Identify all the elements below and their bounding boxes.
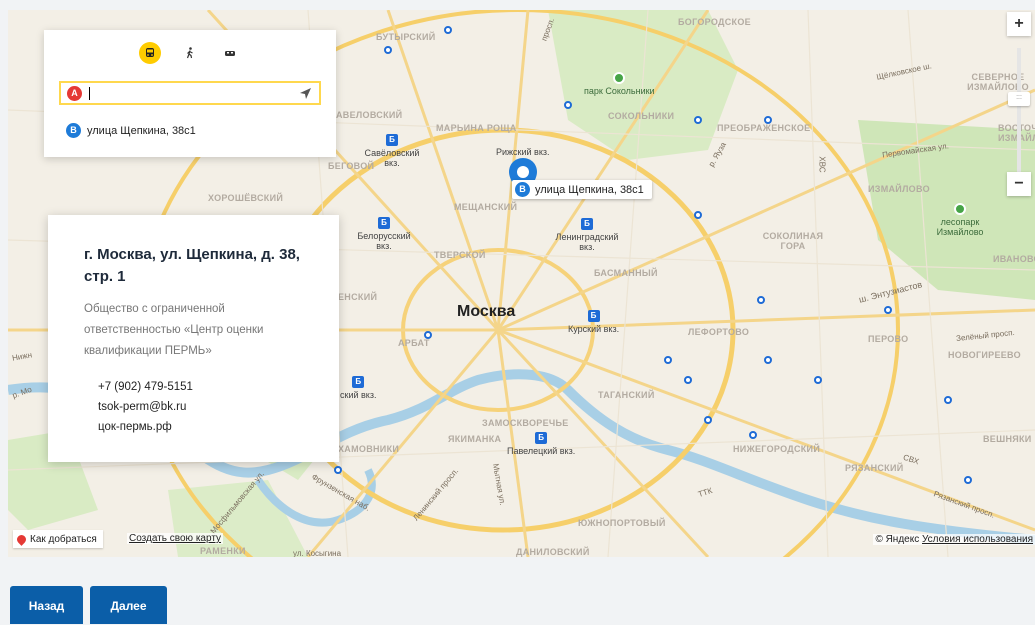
- district-label: ВЕШНЯКИ: [983, 434, 1032, 444]
- park-label: лесопарк Измайлово: [930, 203, 990, 237]
- district-label: БОГОРОДСКОЕ: [678, 17, 751, 27]
- station-label: Б Белорусский вкз.: [354, 217, 414, 251]
- train-icon: Б: [587, 310, 600, 322]
- district-label: БАСМАННЫЙ: [594, 268, 658, 278]
- navigation-arrow-icon[interactable]: [299, 87, 312, 100]
- district-label: ИЗМАЙЛОВО: [868, 184, 930, 194]
- park-name: лесопарк Измайлово: [936, 217, 984, 237]
- point-b-row[interactable]: B улица Щепкина, 38с1: [66, 123, 196, 138]
- zoom-out-button[interactable]: −: [1007, 172, 1031, 196]
- district-label: ПРЕОБРАЖЕНСКОЕ: [717, 123, 811, 133]
- station-label: Рижский вкз.: [496, 147, 550, 157]
- point-a-input[interactable]: A: [59, 81, 321, 105]
- walk-icon[interactable]: [179, 42, 201, 64]
- district-label: МЕЩАНСКИЙ: [454, 202, 518, 212]
- station-name: Курский вкз.: [568, 324, 620, 334]
- point-b-address: улица Щепкина, 38с1: [87, 124, 196, 137]
- organization-address: г. Москва, ул. Щепкина, д. 38, стр. 1: [84, 246, 300, 285]
- taxi-icon[interactable]: [219, 42, 241, 64]
- phone[interactable]: +7 (902) 479-5151: [98, 381, 193, 393]
- station-label: Бский вкз.: [340, 376, 376, 400]
- point-a-badge: A: [67, 86, 82, 101]
- zoom-slider-thumb[interactable]: :::: [1008, 92, 1030, 106]
- station-name: Савёловский вкз.: [364, 148, 420, 168]
- park-name: парк Сокольники: [584, 86, 655, 96]
- organization-card: г. Москва, ул. Щепкина, д. 38, стр. 1 Об…: [48, 215, 339, 462]
- district-label: МАРЬИНА РОЩА: [436, 123, 517, 133]
- park-icon: [954, 203, 966, 215]
- district-label: ЗАМОСКВОРЕЧЬЕ: [482, 418, 569, 428]
- district-label: ЛЕФОРТОВО: [688, 327, 750, 337]
- district-label: ПЕРОВО: [868, 334, 909, 344]
- district-label: ИВАНОВСКОЕ: [993, 254, 1035, 264]
- train-icon: Б: [386, 134, 398, 146]
- park-label: парк Сокольники: [584, 72, 655, 96]
- district-label: НИЖЕГОРОДСКИЙ: [733, 444, 821, 454]
- district-label: СЕВЕРНОЕ ИЗМАЙЛОВО: [967, 72, 1029, 92]
- location-pin-icon: [15, 532, 28, 546]
- website[interactable]: цок-пермь.рф: [98, 421, 172, 433]
- organization-description: Общество с ограниченной ответственностью…: [84, 303, 264, 357]
- point-b-badge: B: [515, 182, 530, 197]
- bus-icon[interactable]: [139, 42, 161, 64]
- park-icon: [613, 72, 626, 84]
- marker-label[interactable]: B улица Щепкина, 38с1: [512, 180, 652, 199]
- train-icon: Б: [378, 217, 390, 229]
- city-label: Москва: [457, 303, 516, 320]
- next-button[interactable]: Далее: [90, 586, 167, 624]
- district-label: АВЕЛОВСКИЙ: [336, 110, 403, 120]
- train-icon: Б: [535, 432, 548, 444]
- district-label: РЯЗАНСКИЙ: [845, 463, 904, 473]
- district-label: РАМЕНКИ: [200, 546, 246, 556]
- district-label: ХОРОШЁВСКИЙ: [208, 193, 284, 203]
- district-label: ЯКИМАНКА: [448, 434, 502, 444]
- district-label: ДАНИЛОВСКИЙ: [516, 547, 590, 557]
- station-label: Б Павелецкий вкз.: [507, 432, 575, 456]
- district-label: НОВОГИРЕЕВО: [948, 350, 1021, 360]
- station-name: Рижский вкз.: [496, 147, 550, 157]
- station-name: Белорусский вкз.: [357, 231, 411, 251]
- station-name: ский вкз.: [340, 390, 377, 400]
- station-label: Б Ленинградский вкз.: [547, 218, 627, 252]
- transport-modes: [44, 42, 336, 64]
- zoom-in-button[interactable]: +: [1007, 12, 1031, 36]
- how-to-get-label: Как добраться: [30, 533, 97, 545]
- district-label: ТАГАНСКИЙ: [598, 390, 655, 400]
- copyright: © Яндекс Условия использования: [873, 534, 1035, 545]
- terms-link[interactable]: Условия использования: [922, 534, 1033, 545]
- station-label: Б Курский вкз.: [568, 310, 619, 334]
- road-label: ул. Косыгина: [293, 549, 342, 557]
- copyright-text: © Яндекс: [875, 534, 920, 545]
- marker-address: улица Щепкина, 38с1: [535, 183, 644, 196]
- road-label: ХВС: [817, 156, 827, 173]
- district-label: ЮЖНОПОРТОВЫЙ: [578, 518, 666, 528]
- district-label: АРБАТ: [398, 338, 430, 348]
- how-to-get-button[interactable]: Как добраться: [13, 530, 103, 548]
- zoom-slider[interactable]: [1017, 48, 1021, 176]
- email[interactable]: tsok-perm@bk.ru: [98, 401, 186, 413]
- point-b-badge: B: [66, 123, 81, 138]
- district-label: СОКОЛИНАЯ ГОРА: [762, 231, 824, 251]
- route-panel: A B улица Щепкина, 38с1: [44, 30, 336, 157]
- text-cursor: [89, 87, 90, 100]
- district-label: БУТЫРСКИЙ: [376, 32, 436, 42]
- station-name: Ленинградский вкз.: [555, 232, 619, 252]
- station-name: Павелецкий вкз.: [507, 446, 576, 456]
- train-icon: Б: [352, 376, 365, 388]
- district-label: ТВЕРСКОЙ: [434, 250, 486, 260]
- district-label: ХАМОВНИКИ: [338, 444, 400, 454]
- district-label: СОКОЛЬНИКИ: [608, 111, 675, 121]
- district-label: ЕНСКИЙ: [338, 292, 378, 302]
- station-label: Б Савёловский вкз.: [364, 134, 420, 168]
- train-icon: Б: [581, 218, 593, 230]
- back-button[interactable]: Назад: [10, 586, 83, 624]
- create-map-link[interactable]: Создать свою карту: [127, 533, 224, 544]
